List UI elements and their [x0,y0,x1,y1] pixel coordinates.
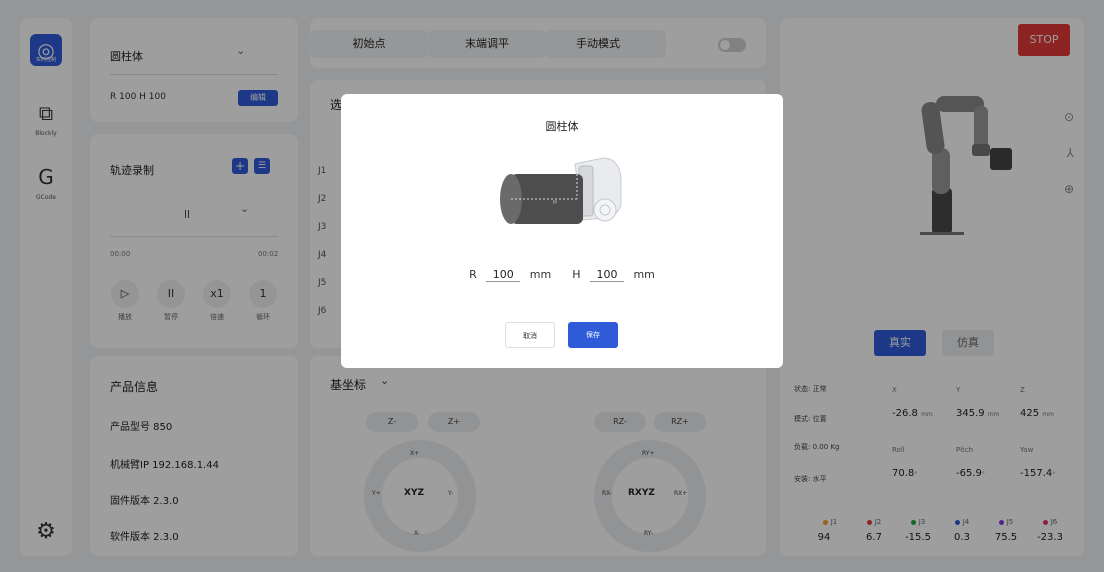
radius-unit: mm [529,268,552,281]
cylinder-gripper-image: H [500,157,622,224]
dimension-form: R mm H mm [341,268,783,282]
cancel-button[interactable]: 取消 [505,322,555,348]
radius-input[interactable] [486,268,521,282]
save-button[interactable]: 保存 [568,322,618,348]
cylinder-dialog: 圆柱体 H R mm H mm 取消 保存 [341,94,783,368]
height-input[interactable] [589,268,624,282]
radius-label: R [469,268,477,281]
dialog-title: 圆柱体 [545,120,579,133]
height-unit: mm [633,268,655,281]
svg-text:H: H [553,200,557,206]
height-label: H [572,268,581,281]
